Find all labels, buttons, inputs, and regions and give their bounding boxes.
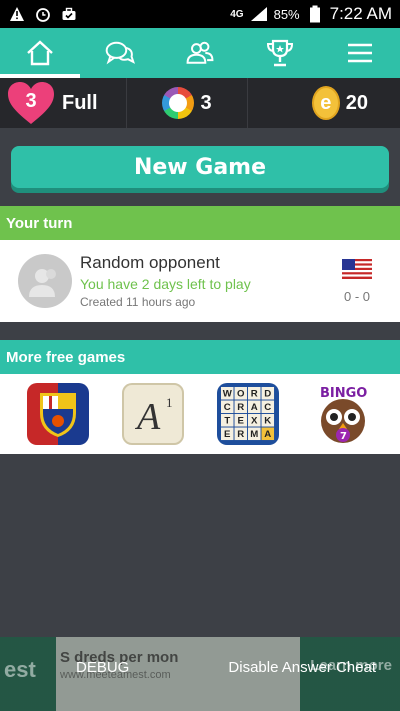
chat-icon bbox=[105, 41, 136, 65]
lives-count: 3 bbox=[25, 90, 37, 112]
clock: 7:22 AM bbox=[329, 4, 392, 23]
letter-tile-label: A bbox=[264, 429, 271, 440]
fc-barcelona-app-icon[interactable] bbox=[26, 383, 89, 445]
trophy-icon bbox=[266, 39, 294, 67]
coins-count: 20 bbox=[345, 91, 368, 114]
new-game-button[interactable]: New Game bbox=[11, 146, 389, 188]
letter-tile-label: K bbox=[264, 416, 271, 427]
game-score: 0 - 0 bbox=[343, 288, 370, 304]
wordcrack-app-icon[interactable]: WORDCRACTEXKERMA bbox=[216, 383, 279, 445]
tab-home[interactable] bbox=[0, 28, 80, 78]
lives-counter[interactable]: 3 Full bbox=[0, 78, 126, 128]
spins-count: 3 bbox=[200, 91, 212, 114]
friends-icon bbox=[186, 41, 214, 64]
letter-tile-label: T bbox=[224, 416, 230, 427]
tab-menu[interactable] bbox=[320, 28, 400, 78]
letter-tile-label: C bbox=[264, 402, 271, 413]
letter-tile-label: A bbox=[250, 402, 257, 413]
heart-icon: 3 bbox=[6, 80, 56, 126]
free-games-row: A1 WORDCRACTEXKERMA BINGO 7 bbox=[0, 374, 400, 454]
svg-text:A: A bbox=[134, 396, 161, 438]
tab-friends[interactable] bbox=[160, 28, 240, 78]
your-turn-header: Your turn bbox=[0, 206, 400, 240]
coins-counter[interactable]: e 20 bbox=[247, 78, 400, 128]
avatar bbox=[18, 254, 72, 308]
debug-bar: DEBUG Disable Answer Cheat bbox=[0, 659, 400, 681]
svg-text:7: 7 bbox=[340, 431, 347, 442]
game-row[interactable]: Random opponent You have 2 days left to … bbox=[0, 240, 400, 322]
disable-cheat-button[interactable]: Disable Answer Cheat bbox=[228, 659, 376, 681]
debug-button[interactable]: DEBUG bbox=[76, 659, 129, 681]
alarm-icon bbox=[34, 5, 52, 23]
letter-tile-label: D bbox=[264, 389, 271, 400]
apalabrados-app-icon[interactable]: A1 bbox=[121, 383, 184, 445]
letter-tile-label: E bbox=[224, 429, 231, 440]
letter-tile-label: R bbox=[237, 402, 244, 413]
nav-bar bbox=[0, 28, 400, 78]
briefcase-icon bbox=[60, 5, 78, 23]
letter-tile-label: W bbox=[222, 389, 232, 400]
letter-tile-label: R bbox=[237, 429, 244, 440]
stats-bar: 3 Full 3 e 20 bbox=[0, 78, 400, 128]
svg-text:BINGO: BINGO bbox=[320, 386, 367, 401]
letter-tile-label: C bbox=[223, 402, 230, 413]
letter-tile-label: E bbox=[237, 416, 244, 427]
battery-percent: 85% bbox=[273, 6, 300, 22]
user-silhouette-icon bbox=[29, 269, 56, 297]
letter-tile-label: M bbox=[250, 429, 258, 440]
tab-chats[interactable] bbox=[80, 28, 160, 78]
battery-icon bbox=[306, 5, 324, 23]
home-icon bbox=[27, 40, 53, 66]
svg-text:1: 1 bbox=[166, 395, 173, 410]
more-games-header: More free games bbox=[0, 340, 400, 374]
opponent-name: Random opponent bbox=[80, 253, 220, 272]
signal-icon bbox=[250, 5, 268, 23]
tab-rankings[interactable] bbox=[240, 28, 320, 78]
spins-counter[interactable]: 3 bbox=[126, 78, 247, 128]
game-status: You have 2 days left to play bbox=[80, 276, 251, 292]
menu-icon bbox=[348, 43, 372, 63]
lives-label: Full bbox=[62, 91, 98, 114]
network-type: 4G bbox=[230, 8, 244, 20]
spinner-icon bbox=[162, 87, 195, 119]
bingo-app-icon[interactable]: BINGO 7 bbox=[312, 383, 374, 445]
coin-icon: e bbox=[311, 86, 340, 120]
us-flag-icon bbox=[342, 258, 372, 279]
status-bar: 4G 85% 7:22 AM bbox=[0, 0, 400, 28]
game-created: Created 11 hours ago bbox=[80, 295, 196, 309]
letter-tile-label: X bbox=[251, 416, 258, 427]
letter-tile-label: R bbox=[250, 389, 257, 400]
letter-tile-label: O bbox=[237, 389, 245, 400]
warning-icon bbox=[8, 5, 26, 23]
